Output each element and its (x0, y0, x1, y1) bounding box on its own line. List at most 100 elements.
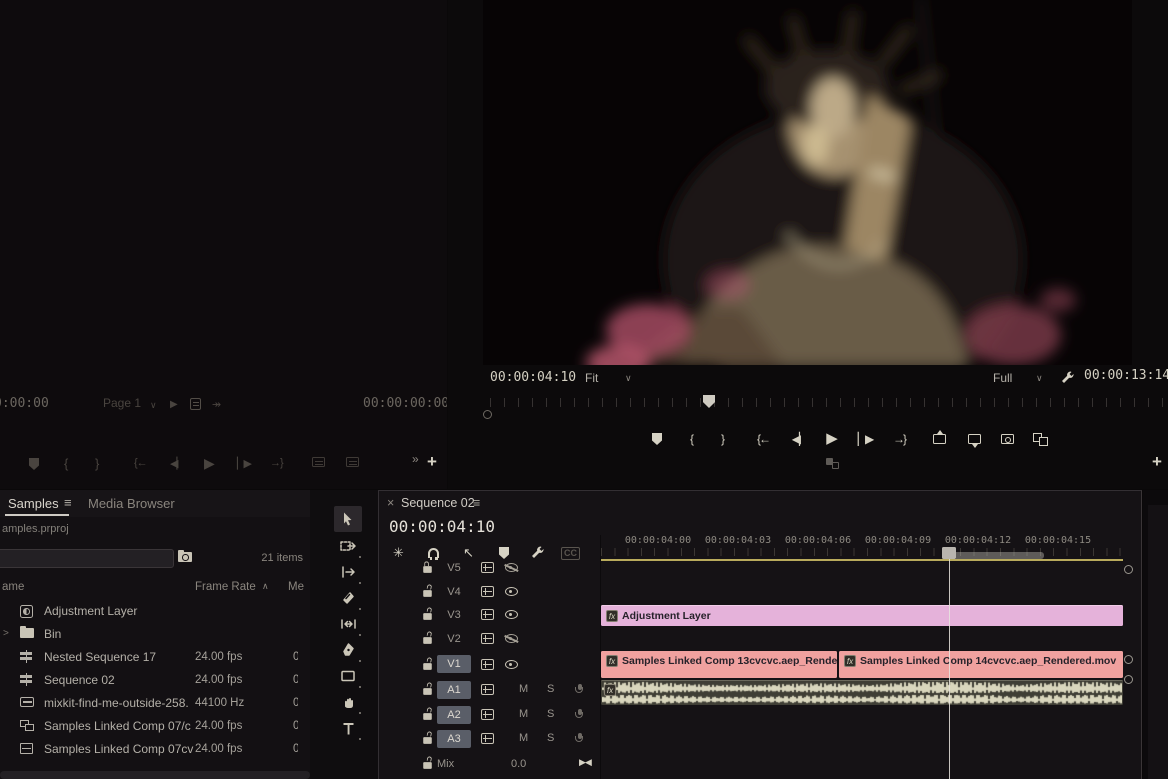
overwrite-icon[interactable] (346, 457, 359, 467)
voiceover-record-icon[interactable] (575, 733, 584, 744)
lock-icon[interactable] (423, 590, 432, 597)
track-header-v3[interactable]: V3 (379, 604, 601, 628)
track-header-v2[interactable]: V2 (379, 628, 601, 651)
program-position-timecode[interactable]: 00:00:04:10 (490, 370, 576, 385)
selection-tool[interactable] (334, 506, 362, 532)
tab-sequence-02[interactable]: Sequence 02 (401, 496, 475, 510)
lock-icon[interactable] (423, 737, 432, 744)
timeline-playhead[interactable] (942, 547, 956, 559)
track-header-v5[interactable]: V5 (379, 557, 601, 581)
column-name[interactable]: ame (2, 581, 24, 593)
voiceover-record-icon[interactable] (575, 684, 584, 695)
hand-tool[interactable] (334, 689, 362, 715)
rectangle-tool[interactable] (334, 663, 362, 689)
list-item[interactable]: Nested Sequence 17 24.00 fps 0 (0, 646, 310, 669)
track-visibility-icon[interactable] (505, 563, 518, 572)
track-header-v1[interactable]: V1 (379, 651, 601, 679)
track-label[interactable]: V1 (437, 655, 471, 673)
monitor-settings-icon[interactable] (1060, 370, 1075, 385)
horizontal-scrollbar[interactable] (0, 771, 310, 779)
ripple-edit-tool[interactable] (334, 559, 362, 585)
scrollbar-handle[interactable] (1124, 655, 1133, 664)
play-button[interactable]: ▶ (819, 427, 845, 449)
go-to-in-button[interactable]: {← (750, 428, 776, 450)
type-tool[interactable] (334, 715, 362, 741)
sync-lock-icon[interactable] (481, 684, 494, 695)
track-label[interactable]: A3 (437, 730, 471, 748)
sort-ascending-icon[interactable]: ∧ (262, 581, 269, 592)
zoom-level-select[interactable]: Fit (585, 371, 598, 385)
lock-icon[interactable] (423, 637, 432, 644)
go-to-out-button[interactable]: →} (886, 428, 912, 450)
disclosure-icon[interactable]: > (3, 628, 9, 639)
scrollbar-handle[interactable] (1124, 565, 1133, 574)
track-label[interactable]: V3 (437, 606, 471, 624)
insert-icon[interactable] (312, 457, 325, 467)
mark-in-icon[interactable]: { (64, 456, 68, 471)
list-item[interactable]: Adjustment Layer (0, 600, 310, 623)
playhead-grabber[interactable] (956, 552, 1044, 559)
track-visibility-icon[interactable] (505, 610, 518, 619)
solo-button[interactable]: S (547, 708, 554, 720)
panel-menu-icon[interactable]: ≡ (64, 495, 72, 510)
track-header-a3[interactable]: A3 M S (379, 728, 601, 752)
export-frame-button[interactable] (994, 428, 1020, 450)
list-item[interactable]: Samples Linked Comp 07cv 24.00 fps 0 (0, 738, 310, 761)
solo-button[interactable]: S (547, 732, 554, 744)
pen-tool[interactable] (334, 637, 362, 663)
voiceover-record-icon[interactable] (575, 709, 584, 720)
extract-button[interactable] (961, 428, 987, 450)
step-forward-icon[interactable]: ▏▶ (237, 457, 250, 470)
razor-tool[interactable] (334, 585, 362, 611)
mute-button[interactable]: M (519, 732, 528, 744)
mark-out-button[interactable]: } (710, 428, 736, 450)
track-label[interactable]: V5 (437, 559, 471, 577)
step-back-icon[interactable]: ◀▏ (170, 457, 183, 470)
mute-button[interactable]: M (519, 708, 528, 720)
scrollbar-handle[interactable] (1124, 675, 1133, 684)
chevron-down-icon[interactable]: ∨ (150, 400, 157, 411)
track-label[interactable]: A2 (437, 706, 471, 724)
list-item[interactable]: Samples Linked Comp 07/c 24.00 fps 0 (0, 715, 310, 738)
clip-audio[interactable]: fx (601, 680, 1123, 705)
sync-lock-icon[interactable] (481, 609, 494, 620)
lock-icon[interactable] (423, 762, 432, 769)
lock-icon[interactable] (423, 566, 432, 573)
search-bins-icon[interactable] (178, 552, 192, 562)
sync-lock-icon[interactable] (481, 733, 494, 744)
track-header-v4[interactable]: V4 (379, 581, 601, 604)
sync-lock-icon[interactable] (481, 633, 494, 644)
jump-icon[interactable]: ↠ (212, 398, 221, 411)
keyframe-nav-icon[interactable]: ▶◀ (579, 757, 591, 768)
slip-tool[interactable] (334, 611, 362, 637)
list-item[interactable]: mixkit-find-me-outside-258. 44100 Hz 0 (0, 692, 310, 715)
step-back-button[interactable]: ◀▏ (786, 428, 812, 450)
mark-out-icon[interactable]: } (95, 456, 99, 471)
lock-icon[interactable] (423, 688, 432, 695)
lock-icon[interactable] (423, 713, 432, 720)
source-position-timecode[interactable]: 0:00:00 (0, 396, 49, 411)
playback-quality-select[interactable]: Full (993, 371, 1012, 385)
add-button[interactable]: + (1152, 452, 1162, 472)
comparison-view-button[interactable] (1028, 428, 1054, 450)
timeline-ruler[interactable] (601, 548, 1123, 556)
clip-adjustment-layer[interactable]: fx Adjustment Layer (601, 605, 1123, 626)
lift-button[interactable] (926, 428, 952, 450)
tab-project-samples[interactable]: Samples (8, 496, 59, 511)
track-visibility-icon[interactable] (505, 634, 518, 643)
track-label[interactable]: V4 (437, 583, 471, 601)
track-visibility-icon[interactable] (505, 587, 518, 596)
sync-lock-icon[interactable] (481, 659, 494, 670)
track-select-forward-tool[interactable] (334, 533, 362, 559)
go-to-out-icon[interactable]: →} (270, 457, 283, 469)
play-icon[interactable]: ▶ (204, 455, 215, 472)
tab-media-browser[interactable]: Media Browser (88, 496, 175, 511)
mix-level-value[interactable]: 0.0 (511, 758, 526, 770)
mark-in-button[interactable]: { (679, 428, 705, 450)
add-button[interactable]: + (427, 452, 437, 472)
overflow-button[interactable]: » (412, 452, 419, 466)
list-item[interactable]: Sequence 02 24.00 fps 0 (0, 669, 310, 692)
list-item[interactable]: > Bin (0, 623, 310, 646)
page-settings-icon[interactable] (190, 398, 201, 410)
lock-icon[interactable] (423, 663, 432, 670)
